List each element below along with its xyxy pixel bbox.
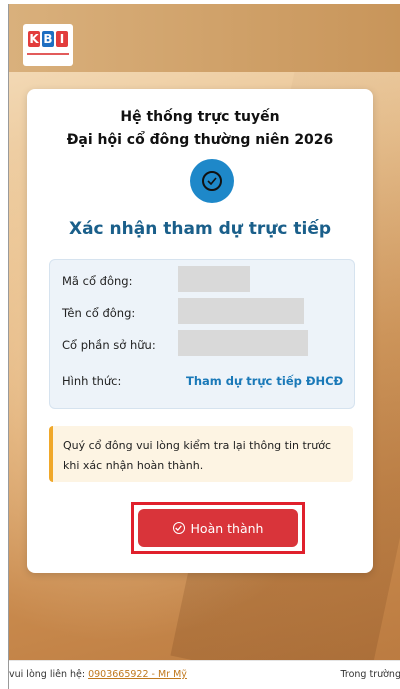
check-circle-icon (202, 171, 222, 191)
attendance-type-label: Hình thức: (62, 374, 122, 388)
logo-letter-k: K (28, 31, 40, 47)
meeting-title: Đại hội cổ đông thường niên 2026 (66, 132, 334, 148)
contact-phone-link[interactable]: 0903665922 - Mr Mỹ (88, 669, 187, 680)
complete-button[interactable]: Hoàn thành (138, 509, 298, 547)
attendance-type-value: Tham dự trực tiếp ĐHCĐ (186, 374, 344, 388)
confirmation-card: Hệ thống trực tuyến Đại hội cổ đông thườ… (27, 89, 373, 573)
logo-letter-i: I (56, 31, 68, 47)
footer-right-text: Trong trường (340, 669, 400, 680)
status-badge (190, 159, 234, 203)
shares-owned-redacted (178, 330, 308, 356)
shareholder-code-label: Mã cổ đông: (62, 274, 133, 288)
notice-text: Quý cổ đông vui lòng kiểm tra lại thông … (63, 439, 332, 472)
logo-letter-b: B (42, 31, 54, 47)
shareholder-name-label: Tên cổ đông: (62, 306, 136, 320)
footer-contact: vui lòng liên hệ: 0903665922 - Mr Mỹ (9, 669, 187, 680)
shares-owned-label: Cổ phần sở hữu: (62, 338, 156, 352)
confirm-title: Xác nhận tham dự trực tiếp (68, 219, 332, 239)
notice-box: Quý cổ đông vui lòng kiểm tra lại thông … (49, 426, 353, 482)
check-circle-icon (172, 522, 185, 534)
brand-logo: K B I (23, 24, 73, 66)
system-title: Hệ thống trực tuyến (120, 109, 280, 125)
footer-ticker: vui lòng liên hệ: 0903665922 - Mr Mỹ Tro… (9, 660, 400, 689)
shareholder-code-redacted (178, 266, 250, 292)
footer-contact-prefix: vui lòng liên hệ: (9, 669, 89, 680)
complete-button-label: Hoàn thành (190, 520, 264, 536)
shareholder-name-redacted (178, 298, 304, 324)
logo-subline (27, 53, 69, 55)
app-frame: K B I Hệ thống trực tuyến Đại hội cổ đôn… (8, 4, 400, 689)
shareholder-info-box: Mã cổ đông: Tên cổ đông: Cổ phần sở hữu:… (49, 259, 355, 409)
